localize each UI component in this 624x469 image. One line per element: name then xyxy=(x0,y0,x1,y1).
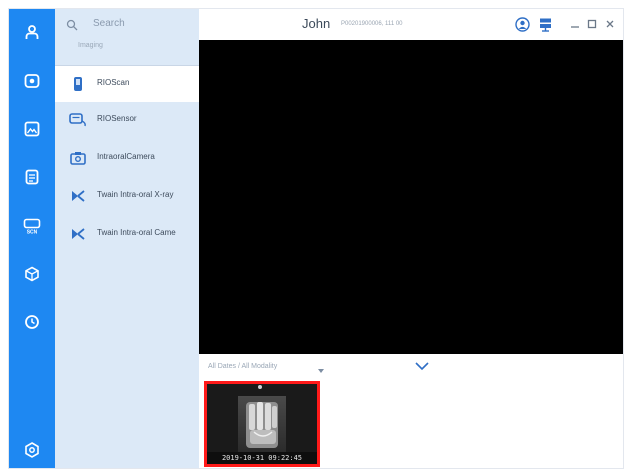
app-window: SCN Search Imaging RIOScan RIOSensor Int… xyxy=(8,8,624,469)
minimize-icon[interactable] xyxy=(566,15,584,33)
twain-icon xyxy=(69,187,87,205)
search-input[interactable]: Search xyxy=(93,18,125,29)
image-viewer[interactable] xyxy=(199,40,623,354)
search-box[interactable]: Search Imaging xyxy=(55,9,199,66)
device-item-rioscan[interactable]: RIOScan xyxy=(55,66,199,102)
history-icon[interactable] xyxy=(18,308,46,336)
close-icon[interactable] xyxy=(601,15,619,33)
device-item-riosensor[interactable]: RIOSensor xyxy=(55,102,199,138)
xray-thumbnail[interactable]: 2019-10-31 09:22:45 xyxy=(204,381,320,467)
device-item-twain-camera[interactable]: Twain Intra-oral Came xyxy=(55,216,199,252)
imaging-icon[interactable] xyxy=(18,67,46,95)
date-modality-filter[interactable]: All Dates / All Modality xyxy=(208,363,277,370)
sensor-icon xyxy=(69,111,87,129)
device-item-intraoral-camera[interactable]: IntraoralCamera xyxy=(55,140,199,176)
scanner-icon xyxy=(69,75,87,93)
xray-image xyxy=(238,396,286,459)
left-rail: SCN xyxy=(9,9,55,468)
device-item-twain-xray[interactable]: Twain Intra-oral X-ray xyxy=(55,178,199,214)
thumbnail-strip: 2019-10-31 09:22:45 xyxy=(199,380,623,468)
image-icon[interactable] xyxy=(18,115,46,143)
thumbnail-indicator xyxy=(258,385,262,389)
section-label: Imaging xyxy=(78,42,103,49)
patient-info: P00201900006, 111 00 xyxy=(341,21,403,27)
device-label: Twain Intra-oral Came xyxy=(97,228,176,237)
scan-icon[interactable]: SCN xyxy=(18,212,46,240)
chevron-down-icon[interactable] xyxy=(414,359,430,377)
thumbnail-timestamp: 2019-10-31 09:22:45 xyxy=(207,452,317,464)
report-icon[interactable] xyxy=(18,163,46,191)
3d-icon[interactable] xyxy=(18,260,46,288)
svg-text:SCN: SCN xyxy=(27,230,38,235)
camera-icon xyxy=(69,149,87,167)
settings-icon[interactable] xyxy=(18,436,46,464)
filter-bar: All Dates / All Modality xyxy=(199,354,623,380)
device-label: RIOSensor xyxy=(97,114,137,123)
filter-dropdown-icon[interactable] xyxy=(317,362,325,380)
title-bar: John P00201900006, 111 00 xyxy=(199,9,623,40)
twain-icon xyxy=(69,225,87,243)
network-icon[interactable] xyxy=(536,15,554,33)
device-panel: Search Imaging RIOScan RIOSensor Intraor… xyxy=(55,9,200,468)
user-icon[interactable] xyxy=(513,15,531,33)
patient-icon[interactable] xyxy=(18,18,46,46)
device-label: IntraoralCamera xyxy=(97,152,155,161)
search-icon xyxy=(66,18,78,36)
maximize-icon[interactable] xyxy=(583,15,601,33)
device-label: Twain Intra-oral X-ray xyxy=(97,190,174,199)
device-label: RIOScan xyxy=(97,78,130,87)
patient-name: John xyxy=(302,16,331,31)
